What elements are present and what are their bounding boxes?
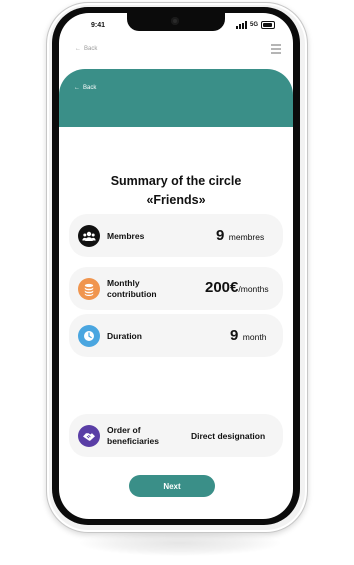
handshake-icon (78, 425, 100, 447)
battery-icon (261, 21, 275, 29)
app-screen: 9:41 5G ← Back ← Back Summary of the cir… (59, 13, 293, 519)
duration-card: Duration 9 month (69, 314, 283, 357)
status-time: 9:41 (91, 22, 106, 29)
beneficiaries-card: Order of beneficiaries Direct designatio… (69, 414, 283, 457)
signal-icon (235, 21, 247, 29)
phone-notch (127, 13, 225, 31)
members-icon (78, 225, 100, 247)
beneficiaries-label: Order of beneficiaries (107, 425, 159, 446)
members-card: Membres 9 membres (69, 214, 283, 257)
members-label: Membres (107, 231, 145, 241)
duration-label: Duration (107, 331, 142, 341)
contribution-value: 200€ (205, 279, 239, 296)
members-unit: membres (228, 232, 265, 242)
coins-icon (78, 278, 100, 300)
banner-back-label: Back (83, 85, 97, 91)
banner-back-link[interactable]: ← Back (74, 85, 96, 91)
status-indicators: 5G (235, 21, 275, 29)
camera-icon (171, 17, 179, 25)
contribution-value-group: 200€/months (205, 279, 269, 297)
duration-value-group: 9 month (230, 327, 266, 345)
beneficiaries-value: Direct designation (191, 431, 266, 441)
phone-floor-shadow (80, 530, 280, 556)
contribution-unit: /months (238, 284, 269, 294)
duration-value: 9 (230, 327, 239, 344)
menu-icon[interactable] (271, 44, 281, 54)
contribution-card: Monthly contribution 200€/months (69, 267, 283, 310)
duration-unit: month (242, 332, 267, 342)
clock-icon (78, 325, 100, 347)
members-value-group: 9 membres (216, 227, 264, 245)
back-arrow-icon: ← (74, 85, 80, 91)
top-back-label: Back (84, 46, 98, 52)
next-button[interactable]: Next (129, 475, 215, 497)
top-back-link[interactable]: ← Back (75, 46, 97, 52)
header-banner: ← Back (59, 69, 293, 127)
page-title-line1: Summary of the circle (110, 174, 242, 188)
network-type: 5G (249, 22, 258, 28)
back-arrow-icon: ← (75, 46, 81, 52)
page-title-line2: «Friends» (146, 193, 206, 207)
contribution-label: Monthly contribution (107, 278, 157, 299)
members-value: 9 (216, 227, 225, 244)
phone-screen: 9:41 5G ← Back ← Back Summary of the cir… (52, 7, 300, 525)
